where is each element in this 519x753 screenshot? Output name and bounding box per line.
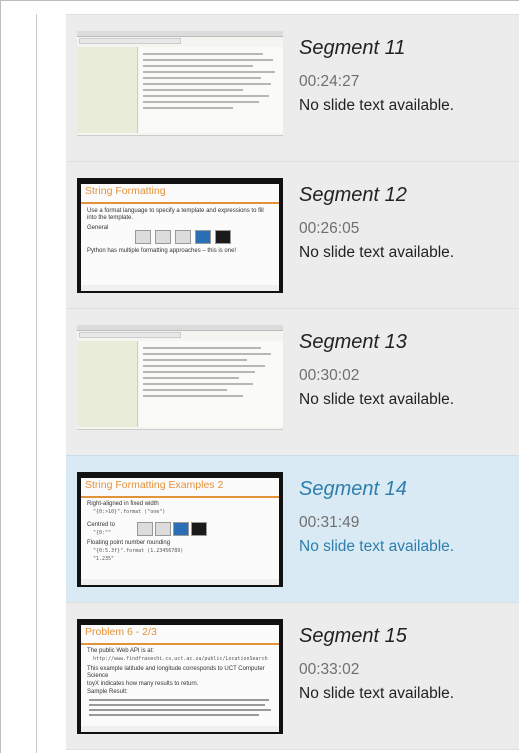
segment-list-panel: Segment 11 00:24:27 No slide text availa… bbox=[0, 0, 519, 753]
segment-thumbnail[interactable] bbox=[77, 325, 283, 440]
slide-image: String Formatting Use a format language … bbox=[77, 178, 283, 293]
segment-thumbnail[interactable]: String Formatting Use a format language … bbox=[77, 178, 283, 293]
top-border bbox=[0, 0, 519, 1]
terminal-screenshot-image bbox=[77, 325, 283, 440]
segment-title[interactable]: Segment 15 bbox=[299, 625, 407, 648]
segment-timestamp: 00:24:27 bbox=[299, 73, 360, 90]
slide-code: "{0:5.3f}".format (1.23456789) bbox=[93, 548, 184, 554]
slide-title: String Formatting bbox=[85, 185, 166, 197]
segment-title[interactable]: Segment 13 bbox=[299, 331, 407, 354]
segment-timestamp: 00:33:02 bbox=[299, 661, 360, 678]
slide-code: "1.235" bbox=[93, 556, 115, 562]
slide-bullet: The public Web API is at: bbox=[87, 648, 154, 654]
left-border bbox=[0, 0, 1, 753]
segment-timestamp: 00:30:02 bbox=[299, 367, 360, 384]
slide-title: Problem 6 - 2/3 bbox=[85, 626, 157, 638]
segment-description: No slide text available. bbox=[299, 538, 455, 555]
segment-thumbnail[interactable]: Problem 6 - 2/3 The public Web API is at… bbox=[77, 619, 283, 734]
slide-bullet: toyX indicates how many results to retur… bbox=[87, 681, 199, 687]
segment-timestamp: 00:26:05 bbox=[299, 220, 360, 237]
segment-title[interactable]: Segment 11 bbox=[299, 37, 405, 60]
slide-code: "{0:^" bbox=[93, 530, 112, 536]
segment-thumbnail[interactable]: String Formatting Examples 2 Right-align… bbox=[77, 472, 283, 587]
segment-item-11[interactable]: Segment 11 00:24:27 No slide text availa… bbox=[66, 14, 519, 162]
terminal-screenshot-image bbox=[77, 31, 283, 146]
segment-item-12[interactable]: String Formatting Use a format language … bbox=[66, 161, 519, 309]
slide-code: "{0:>10}".format ("one") bbox=[93, 509, 166, 515]
segment-description: No slide text available. bbox=[299, 244, 455, 261]
segment-description: No slide text available. bbox=[299, 97, 455, 114]
segment-title[interactable]: Segment 12 bbox=[299, 184, 407, 207]
segment-item-13[interactable]: Segment 13 00:30:02 No slide text availa… bbox=[66, 308, 519, 456]
segment-timestamp: 00:31:49 bbox=[299, 514, 360, 531]
segment-description: No slide text available. bbox=[299, 685, 455, 702]
segment-description: No slide text available. bbox=[299, 391, 455, 408]
slide-bullet: This example latitude and longitude corr… bbox=[87, 666, 265, 679]
slide-title: String Formatting Examples 2 bbox=[85, 479, 224, 491]
segment-thumbnail[interactable] bbox=[77, 31, 283, 146]
segment-item-15[interactable]: Problem 6 - 2/3 The public Web API is at… bbox=[66, 602, 519, 750]
slide-image: String Formatting Examples 2 Right-align… bbox=[77, 472, 283, 587]
slide-bullet: Right-aligned in fixed width bbox=[87, 501, 159, 507]
slide-image: Problem 6 - 2/3 The public Web API is at… bbox=[77, 619, 283, 734]
list-divider bbox=[36, 14, 37, 753]
segment-item-14[interactable]: String Formatting Examples 2 Right-align… bbox=[66, 455, 519, 603]
slide-bullet: Use a format language to specify a templ… bbox=[87, 208, 264, 221]
slide-bullet: Floating point number rounding bbox=[87, 540, 171, 546]
slide-bullet: Python has multiple formatting approache… bbox=[87, 248, 237, 254]
slide-bullet: Sample Result: bbox=[87, 689, 128, 695]
segment-title[interactable]: Segment 14 bbox=[299, 478, 407, 501]
